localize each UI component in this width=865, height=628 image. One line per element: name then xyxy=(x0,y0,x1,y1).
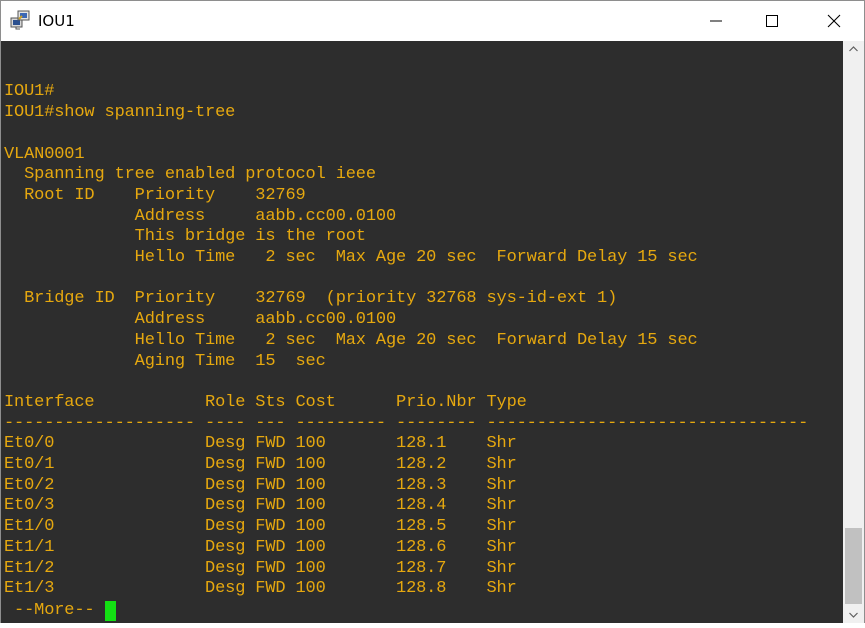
terminal-output[interactable]: IOU1# IOU1#show spanning-tree VLAN0001 S… xyxy=(1,41,843,623)
scroll-thumb[interactable] xyxy=(845,528,862,604)
scroll-up-arrow-icon xyxy=(849,46,858,52)
vertical-scrollbar[interactable] xyxy=(843,41,864,623)
scroll-up-button[interactable] xyxy=(843,41,864,58)
terminal-window: IOU1 IOU1# IOU1#show spanning-tree VLAN0… xyxy=(0,0,865,623)
scroll-down-arrow-icon xyxy=(849,612,858,618)
network-putty-icon[interactable] xyxy=(10,10,32,30)
more-prompt: --More-- xyxy=(4,601,105,620)
close-button[interactable] xyxy=(806,1,862,41)
close-icon xyxy=(827,14,841,28)
title-bar[interactable]: IOU1 xyxy=(1,1,864,41)
terminal-text: IOU1# IOU1#show spanning-tree VLAN0001 S… xyxy=(4,82,809,599)
maximize-icon xyxy=(766,15,778,27)
maximize-button[interactable] xyxy=(744,1,800,41)
minimize-button[interactable] xyxy=(688,1,744,41)
window-title: IOU1 xyxy=(38,12,75,30)
scroll-down-button[interactable] xyxy=(843,606,864,623)
text-cursor xyxy=(105,601,116,621)
minimize-icon xyxy=(710,20,722,22)
